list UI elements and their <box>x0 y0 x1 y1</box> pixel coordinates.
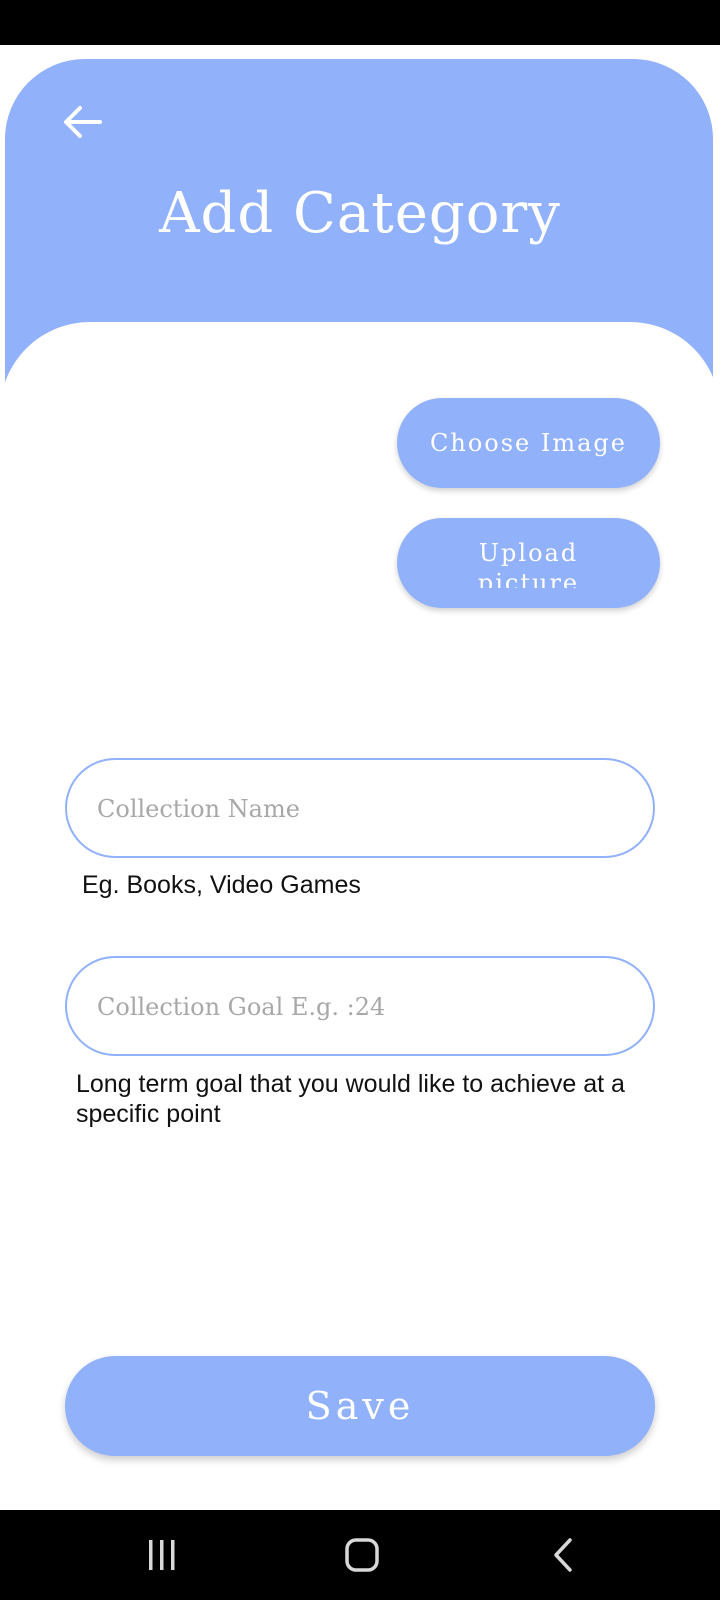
back-button[interactable] <box>56 98 108 146</box>
save-button[interactable]: Save <box>65 1356 655 1456</box>
collection-goal-helper: Long term goal that you would like to ac… <box>76 1070 625 1128</box>
add-category-screen: Add Category Choose Image Upload picture… <box>0 0 720 1600</box>
page-title: Add Category <box>159 181 561 246</box>
upload-picture-button[interactable]: Upload picture <box>397 518 660 608</box>
recents-button[interactable] <box>132 1530 192 1580</box>
arrow-left-icon <box>64 106 102 138</box>
collection-goal-input[interactable] <box>95 958 629 1056</box>
collection-name-input[interactable] <box>95 760 629 858</box>
collection-goal-field[interactable] <box>65 956 655 1056</box>
collection-name-helper: Eg. Books, Video Games <box>82 871 361 899</box>
back-chevron-icon <box>554 1538 572 1572</box>
recents-icon <box>149 1540 175 1570</box>
choose-image-button[interactable]: Choose Image <box>397 398 660 488</box>
system-navigation-bar <box>0 1510 720 1600</box>
home-icon <box>345 1538 379 1572</box>
system-back-button[interactable] <box>534 1530 594 1580</box>
upload-label-clip: Upload picture <box>397 518 660 588</box>
upload-picture-label: Upload picture <box>477 539 580 588</box>
home-button[interactable] <box>332 1530 392 1580</box>
collection-name-field[interactable] <box>65 758 655 858</box>
status-bar <box>0 0 720 45</box>
